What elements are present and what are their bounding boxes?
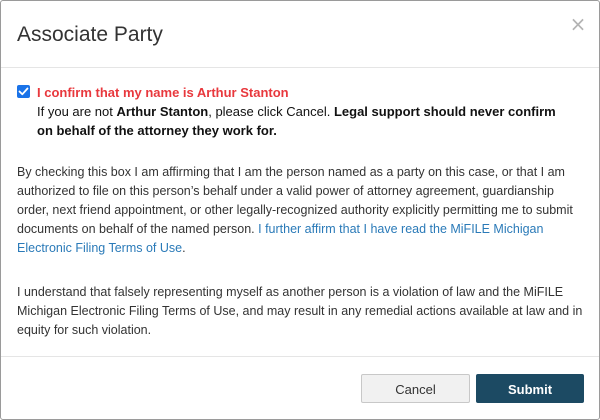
- confirmation-text: I confirm that my name is Arthur Stanton…: [37, 83, 567, 140]
- cancel-notice: If you are not Arthur Stanton, please cl…: [37, 102, 567, 140]
- dialog-header: Associate Party ×: [1, 1, 599, 68]
- confirm-checkbox[interactable]: [17, 85, 30, 98]
- associate-party-dialog: Associate Party × I confirm that my name…: [0, 0, 600, 420]
- affirmation-paragraph: By checking this box I am affirming that…: [17, 163, 583, 258]
- cancel-button[interactable]: Cancel: [361, 374, 470, 403]
- confirmation-row: I confirm that my name is Arthur Stanton…: [17, 83, 583, 141]
- close-icon[interactable]: ×: [569, 13, 587, 35]
- submit-button[interactable]: Submit: [476, 374, 584, 403]
- notice-name: Arthur Stanton: [116, 104, 209, 119]
- dialog-footer: Cancel Submit: [1, 356, 599, 420]
- notice-prefix: If you are not: [37, 104, 117, 119]
- dialog-body: I confirm that my name is Arthur Stanton…: [17, 83, 583, 337]
- affirmation-end: .: [182, 241, 186, 255]
- violation-paragraph: I understand that falsely representing m…: [17, 285, 583, 337]
- dialog-title: Associate Party: [17, 23, 163, 46]
- confirm-label[interactable]: I confirm that my name is Arthur Stanton: [37, 85, 289, 100]
- checkmark-icon: [18, 87, 29, 96]
- notice-middle: , please click Cancel.: [208, 104, 334, 119]
